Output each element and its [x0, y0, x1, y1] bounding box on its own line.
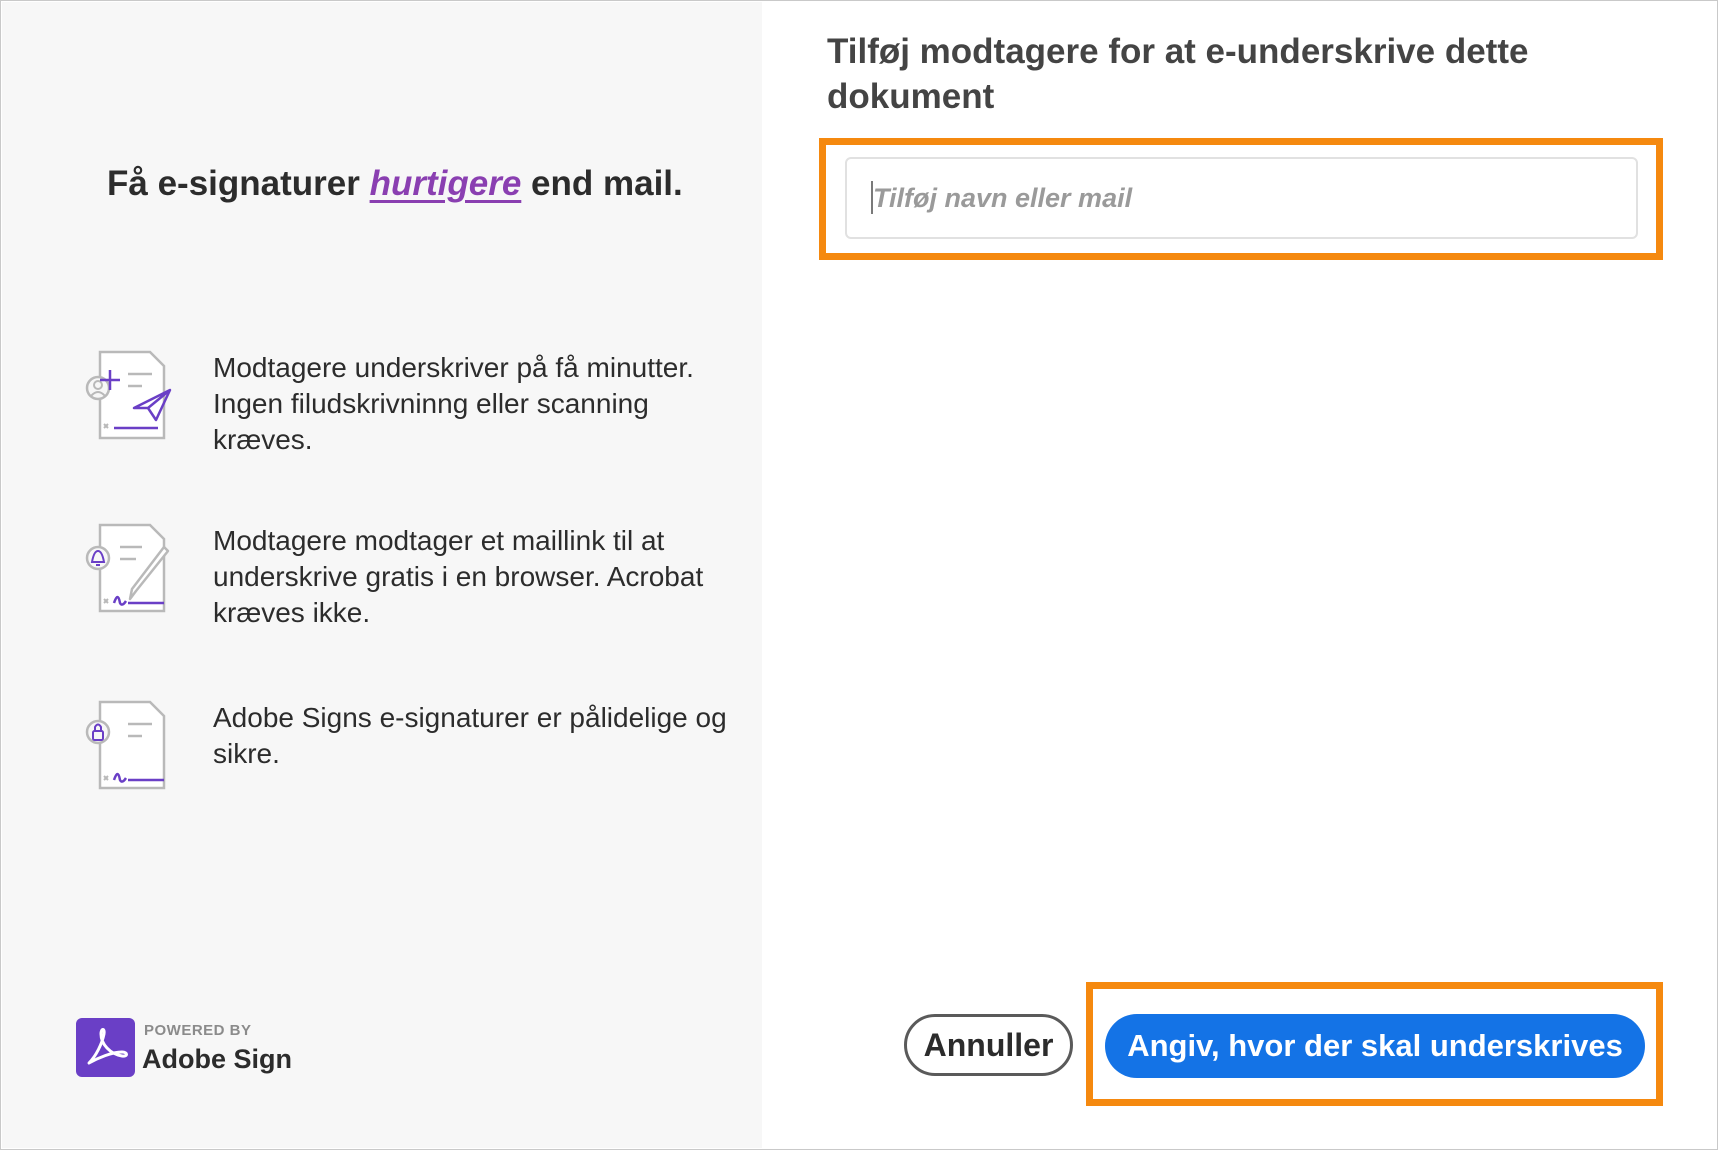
- cancel-button[interactable]: Annuller: [904, 1014, 1073, 1076]
- info-panel: Få e-signaturer hurtigere end mail. Modt: [2, 2, 762, 1148]
- send-document-icon: [80, 350, 180, 450]
- sign-document-bell-icon: [80, 523, 180, 623]
- powered-by-label: POWERED BY: [144, 1022, 252, 1039]
- feature-text: Modtagere underskriver på få minutter. I…: [213, 352, 694, 455]
- specify-signature-location-button[interactable]: Angiv, hvor der skal underskrives: [1105, 1014, 1645, 1078]
- headline-end: end mail.: [531, 164, 683, 203]
- recipient-search-input[interactable]: [845, 157, 1638, 239]
- feature-text: Modtagere modtager et maillink til at un…: [213, 525, 704, 628]
- secure-document-lock-icon: [80, 700, 180, 800]
- text-cursor: [871, 181, 873, 214]
- add-recipients-dialog: Få e-signaturer hurtigere end mail. Modt: [0, 0, 1718, 1150]
- product-name: Adobe Sign: [142, 1044, 292, 1074]
- headline-start: Få e-signaturer: [107, 164, 360, 203]
- dialog-title: Tilføj modtagere for at e-underskrive de…: [827, 32, 1529, 116]
- adobe-acrobat-logo-icon: [76, 1018, 135, 1077]
- feature-text: Adobe Signs e-signaturer er pålidelige o…: [213, 702, 727, 769]
- panel-headline: Få e-signaturer hurtigere end mail.: [107, 160, 707, 208]
- headline-accent: hurtigere: [369, 164, 522, 203]
